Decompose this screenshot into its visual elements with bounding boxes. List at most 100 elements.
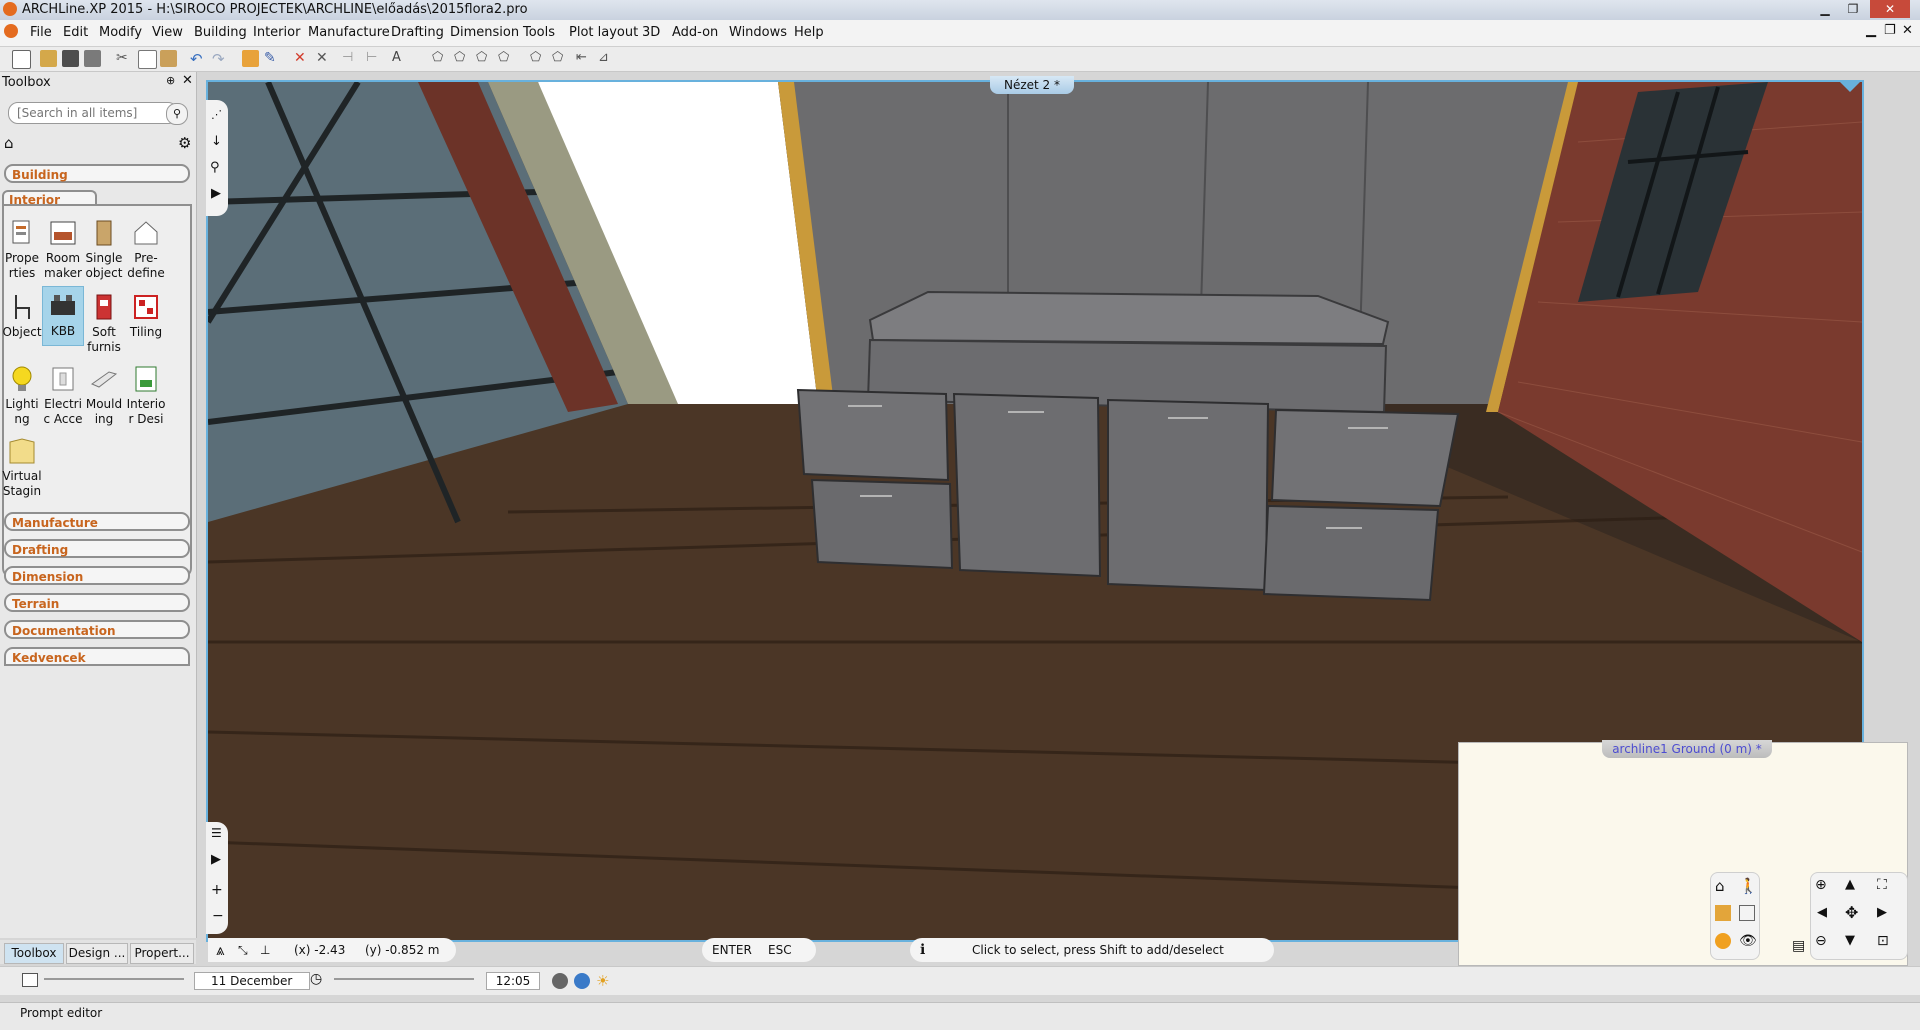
layer-icon[interactable]: ▤ <box>1792 938 1805 954</box>
align-left-icon[interactable]: ⊣ <box>342 50 359 67</box>
category-building[interactable]: Building <box>4 164 190 183</box>
category-kedvencek[interactable]: Kedvencek <box>4 647 190 666</box>
app-logo-icon[interactable] <box>3 2 17 16</box>
text-style-icon[interactable]: A <box>392 50 409 67</box>
tool-lighting[interactable]: Lighti ng <box>2 364 42 427</box>
edit-shape-2-icon[interactable]: ⬠ <box>454 50 471 67</box>
pin-icon[interactable]: ⊕ <box>166 74 175 87</box>
viewport-tab[interactable]: Nézet 2 * <box>990 76 1074 94</box>
zoom-in-icon[interactable]: ⊕ <box>1815 877 1827 893</box>
date-field[interactable]: 11 December <box>194 972 310 990</box>
tool-moulding[interactable]: Mould ing <box>84 364 124 427</box>
menu-3d[interactable]: 3D <box>642 25 660 40</box>
trim-icon[interactable]: ✕ <box>316 50 333 67</box>
camera-icon[interactable]: ⌂ <box>1715 877 1725 895</box>
category-drafting[interactable]: Drafting <box>4 539 190 558</box>
pen-icon[interactable]: ✎ <box>264 50 281 67</box>
menu-interior[interactable]: Interior <box>253 25 300 40</box>
tab-properties[interactable]: Propert... <box>130 943 194 964</box>
edit-shape-6-icon[interactable]: ⬠ <box>552 50 569 67</box>
list-icon[interactable]: ☰ <box>211 826 222 840</box>
tool-kbb[interactable]: KBB <box>42 286 84 346</box>
wire-cube-icon[interactable] <box>1739 905 1755 921</box>
walk-down-icon[interactable]: ↓ <box>211 134 222 149</box>
menu-building[interactable]: Building <box>194 25 247 40</box>
walk-icon[interactable]: 🚶 <box>1739 877 1758 895</box>
doc-close-icon[interactable]: ✕ <box>1902 23 1913 38</box>
maximize-icon[interactable]: ❐ <box>1840 0 1866 18</box>
globe-icon[interactable] <box>574 973 590 989</box>
print-icon[interactable] <box>84 50 101 67</box>
tool-predefine[interactable]: Pre- define <box>126 218 166 281</box>
zoom-icon[interactable]: ⚲ <box>210 160 220 175</box>
zoom-out-icon[interactable]: ⊖ <box>1815 933 1827 949</box>
zoom-in-small-icon[interactable]: + <box>211 882 223 898</box>
calendar-icon[interactable] <box>22 973 38 987</box>
time-field[interactable]: 12:05 <box>486 972 540 990</box>
tool-single-object[interactable]: Single object <box>84 218 124 281</box>
undo-icon[interactable]: ↶ <box>190 50 207 68</box>
zoom-extents-icon[interactable]: ⛶ <box>1877 877 1887 893</box>
close-toolbox-icon[interactable]: ✕ <box>182 73 193 88</box>
pan-up-icon[interactable]: ▲ <box>1845 877 1855 892</box>
search-icon[interactable]: ⚲ <box>166 103 188 125</box>
category-documentation[interactable]: Documentation <box>4 620 190 639</box>
pan-down-icon[interactable]: ▼ <box>1845 933 1855 948</box>
document-logo-icon[interactable] <box>4 24 18 38</box>
expand-right-icon[interactable]: ▶ <box>211 852 221 867</box>
align-right-icon[interactable]: ⊢ <box>366 50 383 67</box>
shadow-icon[interactable] <box>552 973 568 989</box>
copy-icon[interactable] <box>138 50 157 69</box>
menu-windows[interactable]: Windows <box>729 25 787 40</box>
edit-shape-7-icon[interactable]: ⇤ <box>576 50 593 67</box>
menu-edit[interactable]: Edit <box>63 25 88 40</box>
esc-button[interactable]: ESC <box>768 938 792 962</box>
date-slider[interactable] <box>44 978 184 980</box>
redo-icon[interactable]: ↷ <box>212 50 229 68</box>
time-slider[interactable] <box>334 978 474 980</box>
zoom-window-icon[interactable]: ⊡ <box>1877 933 1889 949</box>
menu-plot-layout[interactable]: Plot layout <box>569 25 638 40</box>
tool-soft-furnishing[interactable]: Soft furnis <box>84 292 124 355</box>
snap-2-icon[interactable]: ⤡ <box>238 938 248 962</box>
enter-button[interactable]: ENTER <box>712 938 752 962</box>
tab-toolbox[interactable]: Toolbox <box>4 943 64 964</box>
tool-electric-accessories[interactable]: Electri c Acce <box>43 364 83 427</box>
new-file-icon[interactable] <box>12 50 31 69</box>
orbit-icon[interactable]: ✥ <box>1845 903 1858 922</box>
match-properties-icon[interactable] <box>242 50 259 67</box>
category-terrain[interactable]: Terrain <box>4 593 190 612</box>
grip-icon[interactable]: ⋰ <box>211 108 222 121</box>
edit-shape-1-icon[interactable]: ⬠ <box>432 50 449 67</box>
snap-3-icon[interactable]: ⊥ <box>260 938 270 962</box>
menu-help[interactable]: Help <box>794 25 824 40</box>
sun-icon[interactable] <box>1715 933 1731 949</box>
category-manufacture[interactable]: Manufacture <box>4 512 190 531</box>
toolbox-search-input[interactable] <box>8 102 178 124</box>
menu-modify[interactable]: Modify <box>99 25 142 40</box>
sun-settings-icon[interactable]: ☀ <box>596 972 609 990</box>
edit-shape-3-icon[interactable]: ⬠ <box>476 50 493 67</box>
viewport-menu-icon[interactable] <box>1840 82 1860 92</box>
gear-icon[interactable]: ⚙ <box>178 134 191 152</box>
save-icon[interactable] <box>62 50 79 67</box>
delete-icon[interactable]: ✕ <box>294 50 311 67</box>
menu-manufacture[interactable]: Manufacture <box>308 25 390 40</box>
tool-virtual-staging[interactable]: Virtual Stagin <box>2 436 42 499</box>
edit-shape-5-icon[interactable]: ⬠ <box>530 50 547 67</box>
tool-properties[interactable]: Prope rties <box>2 218 42 281</box>
tool-room-maker[interactable]: Room maker <box>43 218 83 281</box>
tab-design[interactable]: Design ... <box>66 943 128 964</box>
expand-right-icon[interactable]: ▶ <box>211 186 221 201</box>
snap-icon[interactable]: ⩓ <box>216 938 224 962</box>
category-dimension[interactable]: Dimension <box>4 566 190 585</box>
paste-icon[interactable] <box>160 50 177 67</box>
doc-minimize-icon[interactable]: ▁ <box>1866 23 1876 38</box>
zoom-out-small-icon[interactable]: − <box>212 908 224 924</box>
doc-restore-icon[interactable]: ❐ <box>1884 23 1896 38</box>
edit-shape-8-icon[interactable]: ⊿ <box>598 50 615 67</box>
home-icon[interactable]: ⌂ <box>4 134 22 152</box>
close-window-icon[interactable]: ✕ <box>1870 0 1910 18</box>
tool-object[interactable]: Object <box>2 292 42 340</box>
menu-dimension[interactable]: Dimension <box>450 25 519 40</box>
